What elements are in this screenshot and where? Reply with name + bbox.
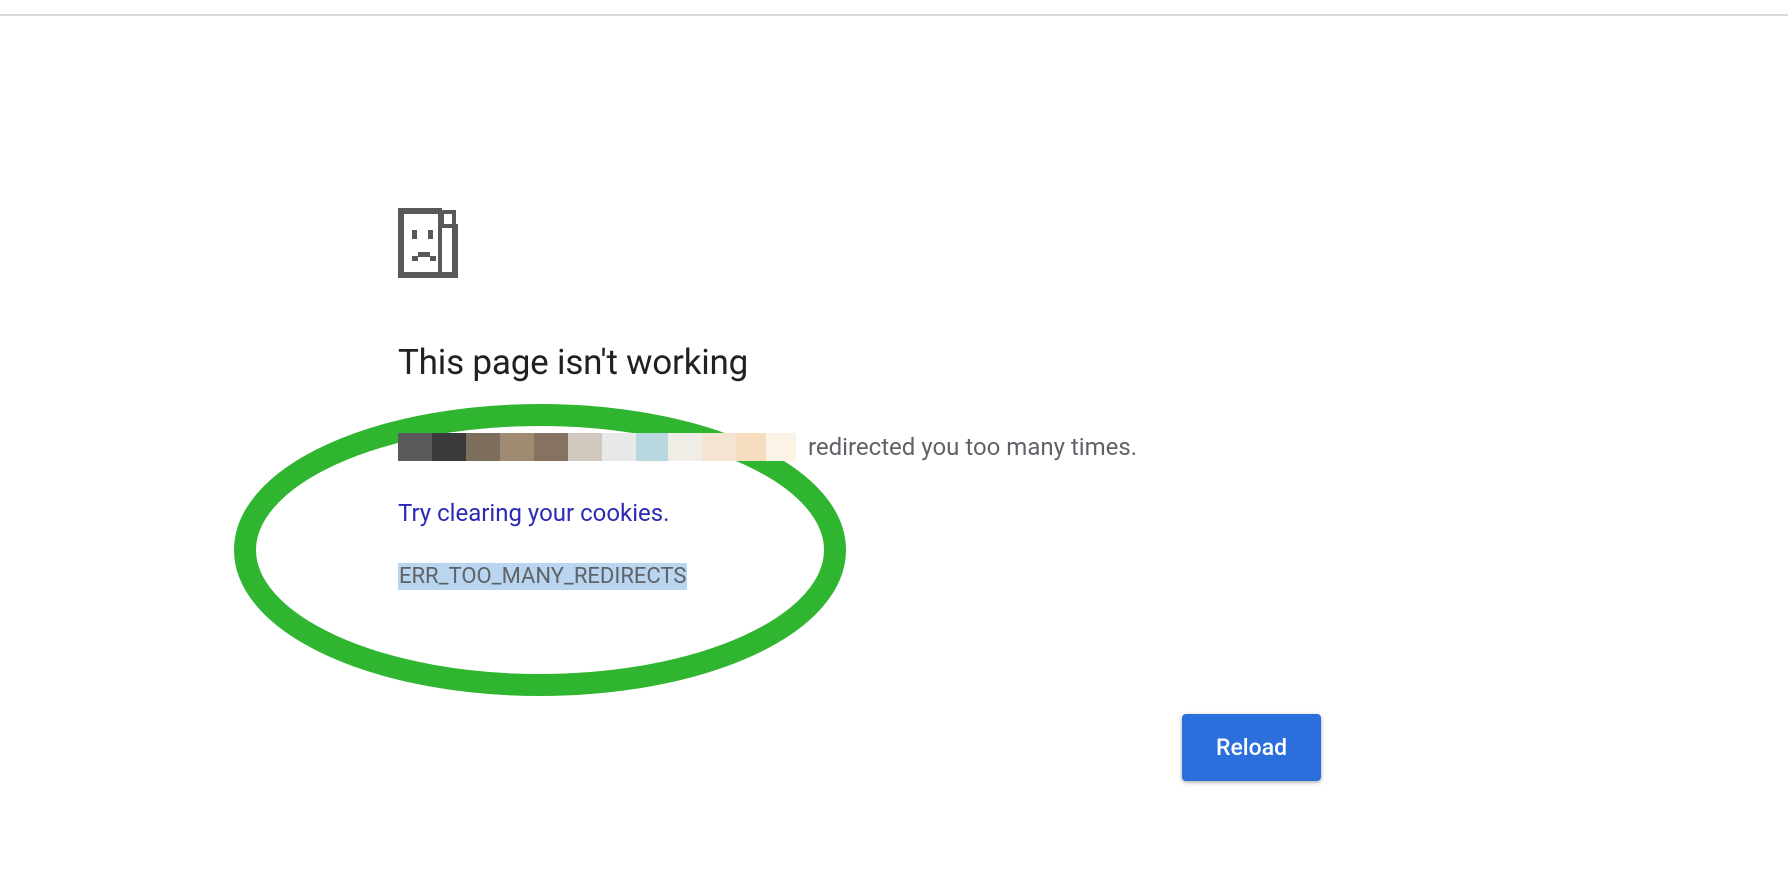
sad-page-icon — [398, 208, 460, 280]
error-message-suffix: redirected you too many times. — [808, 433, 1137, 461]
suggestion-row: Try clearing your cookies. — [398, 499, 1398, 527]
error-content-area: This page isn't working redirected you t… — [398, 208, 1398, 590]
clear-cookies-link[interactable]: Try clearing your cookies. — [398, 499, 670, 527]
redacted-hostname — [398, 433, 796, 461]
error-code-row: ERR_TOO_MANY_REDIRECTS — [398, 563, 1398, 590]
error-heading: This page isn't working — [398, 342, 1398, 383]
error-code: ERR_TOO_MANY_REDIRECTS — [398, 563, 687, 590]
top-divider — [0, 14, 1788, 16]
reload-button[interactable]: Reload — [1182, 714, 1321, 781]
error-message-row: redirected you too many times. — [398, 433, 1398, 461]
